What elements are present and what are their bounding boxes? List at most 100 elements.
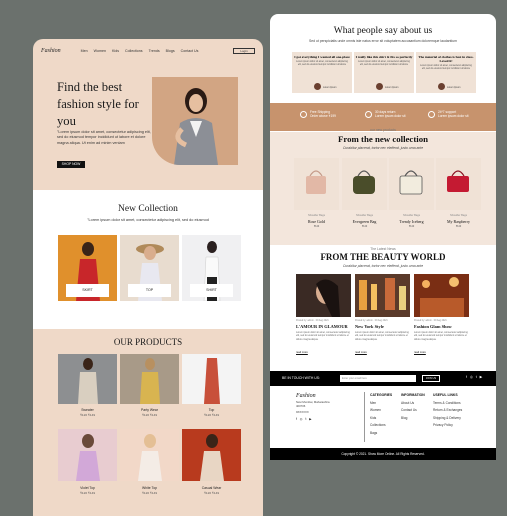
testimonial-text: Lorem ipsum dolor sit amet, consectetur … [358,61,410,66]
blog-post-title[interactable]: Fashion Glam Show [414,324,472,329]
nav-link-kids[interactable]: Kids [112,49,119,53]
footer-social-icons[interactable]: f ◎ t ▶ [296,417,336,421]
testimonials-subtitle: Sed ut perspiciatis unde omnis iste natu… [309,39,457,43]
blog-post-body: Lorem ipsum dolor sit amet, consectetur … [355,331,409,341]
collection-subtitle: "Lorem ipsum dolor sit amet, consectetur… [87,218,209,222]
testimonial-text: Lorem ipsum dolor sit amet, consectetur … [296,61,348,66]
category-card-top[interactable]: TOP [120,235,179,301]
product-price: ₹120 ₹149 [203,491,220,495]
blog-meta: Posted by: admin · 09 Aug 2021 [355,320,388,322]
product-card-evergreen-bag[interactable] [342,158,387,210]
testimonial-text: Lorem ipsum dolor sit amet, consectetur … [420,65,472,70]
footer-link[interactable]: Women [370,407,392,414]
product-category: Shoulder Bags [402,214,420,217]
footer-heading: INFORMATION [401,393,425,397]
products-title: OUR PRODUCTS [113,337,183,347]
hero-title: Find the best fashion style for you [57,80,139,128]
newsletter-bar: BE IN TOUCH WITH US: Enter your email he… [270,371,496,386]
footer-link[interactable]: About Us [401,400,425,407]
copyright-bar: Copyright © 2021. Show More Online. All … [270,448,496,460]
read-more-link[interactable]: read more [355,351,367,354]
footer-link[interactable]: Collections [370,422,392,429]
category-label: TOP [128,284,171,297]
footer-link[interactable]: Shipping & Delivery [433,415,462,422]
category-label: SHIRT [190,284,233,297]
product-card-trendy-iceberg[interactable] [389,158,434,210]
blog-meta: Posted by: admin · 09 Aug 2021 [296,320,329,322]
nav-link-women[interactable]: Women [94,49,106,53]
collection-title: From the new collection [338,134,428,144]
product-name: My Raspberry [447,219,470,224]
blog-post-body: Lorem ipsum dolor sit amet, consectetur … [296,331,350,341]
blog-title: FROM THE BEAUTY WORLD [320,252,446,262]
feature-support: 24*7 support Lorem ipsum dolor sit [438,110,468,119]
product-card-top[interactable] [182,354,241,404]
footer-useful-links: USEFUL LINKS Terms & Conditions Return &… [433,393,462,430]
footer-link[interactable]: Terms & Conditions [433,400,462,407]
product-price: ₹120 [455,226,462,228]
feature-text: Lorem ipsum dolor sit [375,114,406,119]
nav-link-trends[interactable]: Trends [149,49,160,53]
login-button[interactable]: Login [233,48,255,54]
footer-link[interactable]: Return & Exchanges [433,407,462,414]
feature-return: 30 days return Lorem ipsum dolor sit [375,110,405,119]
footer-link[interactable]: Blog [401,415,425,422]
testimonial-heading: I got everything I wanted all one-place [294,55,350,59]
blog-post-image[interactable] [355,274,410,317]
nav-link-collections[interactable]: Collections [125,49,143,53]
join-us-button[interactable]: JOIN US [422,375,440,382]
testimonial-card: I got everything I wanted all one-place … [292,52,352,93]
testimonial-card: I really like this shirt & fits so perfe… [354,52,414,93]
blog-post-title[interactable]: L'AMOUR IN GLAMOUR [296,324,354,329]
newsletter-email-input[interactable]: Enter your email here [340,375,416,382]
social-icons[interactable]: f ◎ t ▶ [466,375,483,379]
blog-subtitle: Curabitur placerat, tortor nec eleifend,… [342,264,424,268]
footer-link[interactable]: Privacy Policy [433,422,462,429]
product-card-casual-wear[interactable] [182,429,241,481]
footer-link[interactable]: Men [370,400,392,407]
footer-categories: CATEGORIES Men Women Kids Collections Ba… [370,393,392,437]
product-card-violet-top[interactable] [58,429,117,481]
product-card-rose-gold[interactable] [294,158,339,210]
brand-logo[interactable]: Fashion [41,48,61,54]
footer-link[interactable]: Kids [370,415,392,422]
footer-link[interactable]: Bags [370,430,392,437]
landing-page-mockup: What people say about us Sed ut perspici… [270,14,496,460]
category-card-shirt[interactable]: SHIRT [182,235,241,301]
avatar [438,83,445,90]
product-name: Trendy Iceberg [399,219,424,224]
blog-post-title[interactable]: New York Style [355,324,413,329]
avatar [314,83,321,90]
shipping-icon [300,111,307,118]
product-name: Party Wear [141,408,158,412]
read-more-link[interactable]: read more [414,351,426,354]
hero-text: "Lorem ipsum dolor sit amet, consectetur… [57,130,151,145]
read-more-link[interactable]: read more [296,351,308,354]
blog-eyebrow: The Latest News [370,247,396,251]
product-card-white-top[interactable] [120,429,179,481]
footer-link[interactable]: Contact Us [401,407,425,414]
blog-post-image[interactable] [296,274,351,317]
testimonial-heading: I really like this shirt & fits so perfe… [355,55,413,59]
shop-now-button[interactable]: SHOP NOW [57,161,85,168]
feature-text: Lorem ipsum dolor sit [438,114,469,119]
blog-post-image[interactable] [414,274,469,317]
feature-shipping: Free Shipping Order above ₹199 [310,110,336,119]
footer-logo[interactable]: Fashion [296,393,336,399]
category-label: SKIRT [66,284,109,297]
product-card-sweater[interactable] [58,354,117,404]
footer-heading: USEFUL LINKS [433,393,458,397]
blog-meta: Posted by: admin · 09 Aug 2021 [414,320,447,322]
nav-link-contact[interactable]: Contact Us [181,49,199,53]
return-icon [365,111,372,118]
footer-brand: Fashion Navi Mumbai, Maharashtra 400706 … [296,393,336,421]
product-price: ₹120 ₹149 [203,413,220,417]
nav-link-men[interactable]: Men [81,49,88,53]
product-card-party-wear[interactable] [120,354,179,404]
category-card-skirt[interactable]: SKIRT [58,235,117,301]
product-card-my-raspberry[interactable] [436,158,481,210]
hero-model-image [152,77,238,165]
footer-phone: 9XXXXXX [296,410,309,415]
testimonial-author: Lorem Ipsum [385,87,399,89]
nav-link-blogs[interactable]: Blogs [166,49,175,53]
